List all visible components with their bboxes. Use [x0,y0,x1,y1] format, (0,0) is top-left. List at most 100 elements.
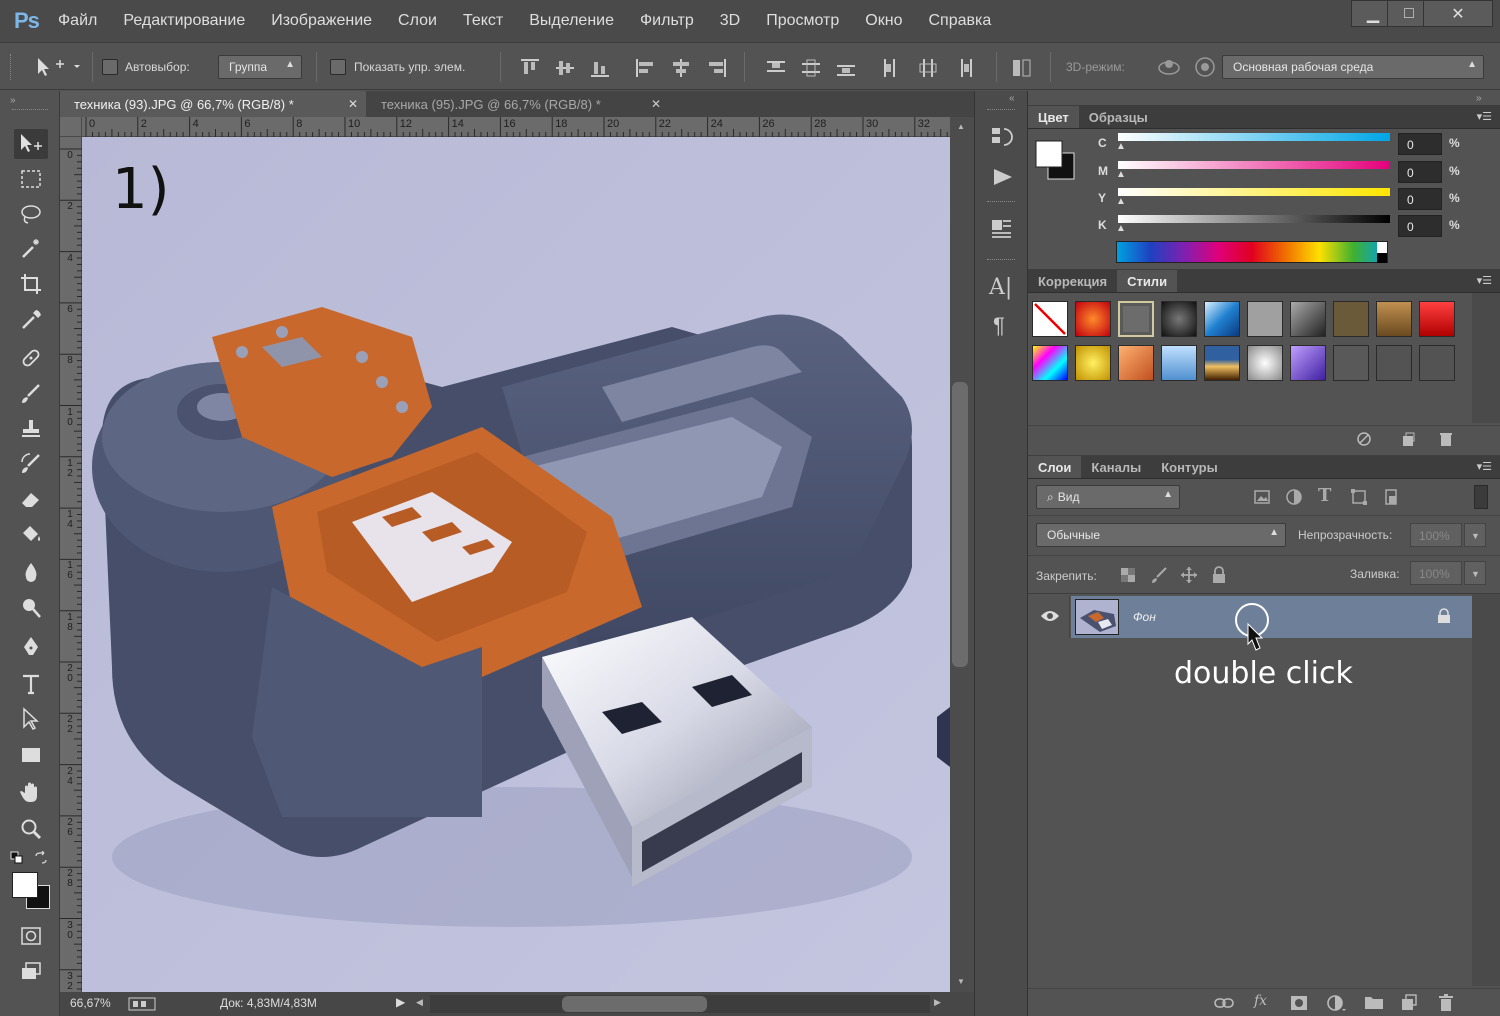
menu-window[interactable]: Окно [865,12,902,30]
3d-panel-icon[interactable] [989,217,1015,241]
filter-smart-object-icon[interactable] [1382,488,1400,506]
style-dark-button[interactable] [1161,301,1197,337]
swap-colors-icon[interactable] [34,851,48,865]
style-blue-glass[interactable] [1204,301,1240,337]
tab-document-95[interactable]: техника (95).JPG @ 66,7% (RGB/8) * ✕ [367,91,669,117]
delete-style-icon[interactable] [1438,431,1454,447]
horizontal-scroll-thumb[interactable] [562,996,707,1012]
new-layer-icon[interactable] [1400,994,1418,1012]
new-group-icon[interactable] [1364,994,1384,1010]
zoom-tool-icon[interactable] [14,814,48,844]
distribute-hcenter-icon[interactable] [916,57,940,79]
magic-wand-tool-icon[interactable] [14,234,48,264]
filter-toggle[interactable] [1474,485,1488,509]
close-tab-icon[interactable]: ✕ [348,97,358,111]
channel-y-input[interactable]: 0 [1398,188,1442,210]
blur-tool-icon[interactable] [14,557,48,587]
channel-y-slider[interactable] [1118,188,1390,196]
align-hcenter-icon[interactable] [669,57,693,79]
tab-swatches[interactable]: Образцы [1079,106,1158,128]
zoom-level[interactable]: 66,67% [70,996,111,1010]
pen-tool-icon[interactable] [14,632,48,662]
menu-text[interactable]: Текст [463,12,503,30]
align-left-icon[interactable] [634,57,658,79]
healing-brush-tool-icon[interactable] [14,343,48,373]
color-fg-bg-icon[interactable] [1034,139,1078,183]
fill-dropdown-icon[interactable]: ▼ [1464,561,1486,585]
menu-3d[interactable]: 3D [720,12,740,30]
tab-paths[interactable]: Контуры [1151,456,1228,478]
marquee-tool-icon[interactable] [14,164,48,194]
style-frame-selected[interactable] [1118,301,1154,337]
align-vcenter-icon[interactable] [553,57,577,79]
paint-bucket-tool-icon[interactable] [14,519,48,549]
3d-rotate-icon[interactable] [1156,56,1182,78]
menu-select[interactable]: Выделение [529,12,614,30]
lasso-tool-icon[interactable] [14,199,48,229]
channel-k-slider[interactable] [1118,215,1390,223]
color-panel-menu-icon[interactable]: ▾☰ [1477,110,1492,123]
filter-adjustment-icon[interactable] [1285,488,1303,506]
menu-edit[interactable]: Редактирование [123,12,245,30]
actions-panel-icon[interactable] [991,167,1015,187]
menu-file[interactable]: Файл [58,12,97,30]
distribute-bottom-icon[interactable] [834,57,858,79]
style-bronze[interactable] [1333,301,1369,337]
menu-filter[interactable]: Фильтр [640,12,694,30]
style-gold[interactable] [1376,301,1412,337]
filter-type-icon[interactable]: T [1318,485,1331,506]
document-canvas[interactable]: 1) [82,137,950,992]
status-options-icon[interactable] [128,997,156,1011]
styles-scrollbar[interactable] [1472,293,1500,423]
style-purple[interactable] [1290,345,1326,381]
lock-pixels-icon[interactable] [1150,566,1168,584]
horizontal-scrollbar[interactable] [430,995,930,1013]
move-tool-preset-icon[interactable] [36,56,86,78]
channel-k-input[interactable]: 0 [1398,215,1442,237]
filter-shape-icon[interactable] [1350,488,1368,506]
rectangle-tool-icon[interactable] [14,740,48,770]
lock-position-icon[interactable] [1180,566,1198,584]
opacity-input[interactable]: 100% [1410,523,1462,547]
style-rainbow[interactable] [1032,345,1068,381]
channel-m-thumb[interactable]: ▲ [1116,169,1126,180]
opacity-dropdown-icon[interactable]: ▼ [1464,523,1486,547]
blend-mode-select[interactable]: Обычные ▲ [1036,523,1286,547]
layers-panel-menu-icon[interactable]: ▾☰ [1477,460,1492,473]
lock-all-icon[interactable] [1211,566,1227,584]
workspace-select[interactable]: Основная рабочая среда ▲ [1222,55,1484,79]
new-style-icon[interactable] [1400,431,1416,447]
color-spectrum-bar[interactable] [1116,241,1388,263]
style-chrome[interactable] [1290,301,1326,337]
new-adjustment-layer-icon[interactable] [1326,994,1346,1012]
tab-layers[interactable]: Слои [1028,456,1082,478]
style-light-blue[interactable] [1161,345,1197,381]
show-transform-checkbox[interactable] [330,59,346,75]
style-gray[interactable] [1247,301,1283,337]
style-empty-1[interactable] [1376,345,1412,381]
layer-effects-icon[interactable]: fx [1254,993,1267,1009]
align-right-icon[interactable] [704,57,728,79]
channel-m-slider[interactable] [1118,161,1390,169]
crop-tool-icon[interactable] [14,269,48,299]
character-panel-icon[interactable]: A| [989,275,1012,300]
tab-styles[interactable]: Стили [1117,270,1178,292]
style-dark-gray[interactable] [1333,345,1369,381]
scroll-left-icon[interactable]: ◀ [416,997,423,1008]
distribute-left-icon[interactable] [880,57,904,79]
auto-align-icon[interactable] [1010,57,1034,79]
quick-mask-icon[interactable] [14,921,48,951]
tab-adjustments[interactable]: Коррекция [1028,270,1117,292]
scroll-right-icon[interactable]: ▶ [934,997,941,1008]
clear-style-icon[interactable] [1356,431,1372,447]
menu-help[interactable]: Справка [928,12,991,30]
default-colors-icon[interactable] [10,851,24,865]
fill-input[interactable]: 100% [1410,561,1462,585]
layers-scrollbar[interactable] [1472,594,1500,986]
menu-image[interactable]: Изображение [271,12,372,30]
status-menu-arrow-icon[interactable]: ▶ [396,995,405,1009]
close-tab-icon[interactable]: ✕ [651,97,661,111]
style-none[interactable] [1032,301,1068,337]
style-sunset[interactable] [1204,345,1240,381]
collapse-dock-icon[interactable]: « [1009,93,1015,104]
